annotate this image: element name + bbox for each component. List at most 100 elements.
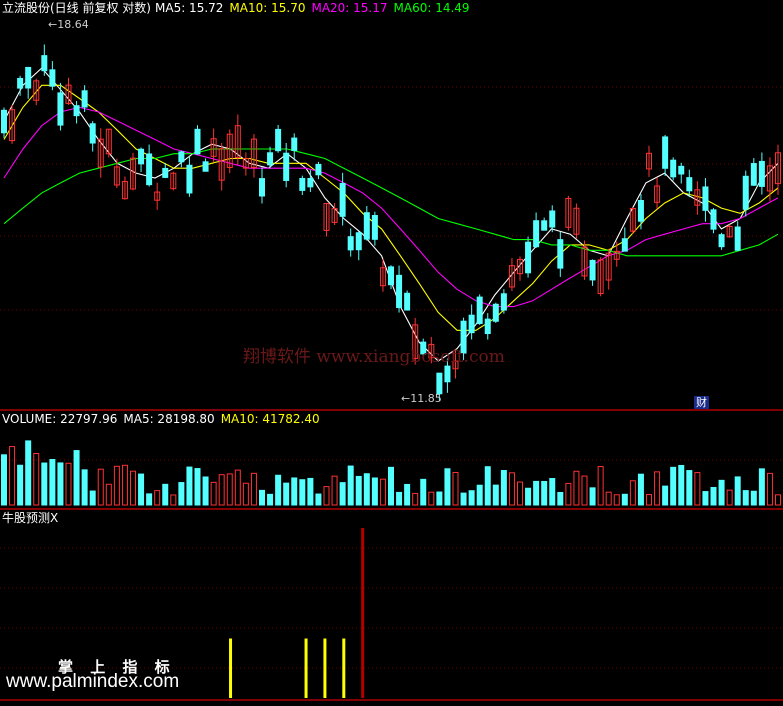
footer-url: www.palmindex.com xyxy=(6,671,180,692)
candle-body xyxy=(742,175,749,210)
candle-body xyxy=(533,220,540,248)
candle-body xyxy=(557,239,564,269)
volume-bar xyxy=(194,468,201,506)
stock-title: 立流股份(日线 前复权 对数) xyxy=(2,1,151,15)
candle-body xyxy=(396,274,403,309)
candle-body xyxy=(686,177,693,192)
volume-bar xyxy=(57,462,64,506)
volume-bar xyxy=(404,483,411,506)
volume-bar xyxy=(25,440,32,506)
volume-bar xyxy=(17,464,24,506)
ma5-label: MA5: 15.72 xyxy=(155,1,224,15)
candle-body xyxy=(670,159,677,178)
candle-body xyxy=(702,186,709,211)
volume-bar xyxy=(371,477,378,506)
volume-bar xyxy=(734,476,741,506)
indicator-panel-header: 牛股预测X xyxy=(2,511,64,525)
candle-body xyxy=(468,314,475,334)
volume-bar xyxy=(396,491,403,506)
candle-body xyxy=(89,123,96,144)
candle-body xyxy=(718,234,725,248)
ma60-label: MA60: 14.49 xyxy=(393,1,470,15)
chart-stage: 立流股份(日线 前复权 对数) MA5: 15.72 MA10: 15.70 MA20… xyxy=(0,0,783,702)
candle-body xyxy=(138,148,145,165)
high-label: 18.64 xyxy=(57,18,89,31)
candle-body xyxy=(363,212,370,240)
candle-body xyxy=(758,160,765,187)
volume-bar xyxy=(73,450,80,506)
candle-body xyxy=(202,161,209,172)
volume-bar xyxy=(275,474,282,506)
volume-bar xyxy=(686,470,693,506)
volume-bar xyxy=(81,469,88,506)
finance-badge[interactable]: 财 xyxy=(694,396,709,409)
volume-bar xyxy=(484,466,491,506)
volume-bar xyxy=(557,491,564,506)
high-marker: ←18.64 xyxy=(48,18,89,31)
volume-bar xyxy=(307,477,314,506)
candle-body xyxy=(299,177,306,191)
candle-body xyxy=(637,200,644,222)
candle-body xyxy=(259,178,265,197)
volume-bar xyxy=(315,493,322,506)
candle-body xyxy=(186,164,193,194)
volume-bar xyxy=(492,484,499,506)
watermark: 翔博软件 www.xiangbosoft.com xyxy=(243,347,505,367)
candle-body xyxy=(436,372,443,395)
candle-body xyxy=(146,153,153,186)
candle-body xyxy=(662,136,669,169)
candle-body xyxy=(41,55,48,72)
volume-bar xyxy=(758,468,765,506)
main-panel-header: 立流股份(日线 前复权 对数) MA5: 15.72 MA10: 15.70 MA20… xyxy=(2,1,476,15)
volume-bar xyxy=(420,478,427,506)
volume-bar xyxy=(589,487,596,506)
low-label: 11.85 xyxy=(410,392,442,405)
volume-bar xyxy=(500,469,507,506)
candle-body xyxy=(476,296,483,324)
candle-body xyxy=(525,241,532,274)
volume-bar xyxy=(49,458,56,506)
volume-bar xyxy=(146,493,153,506)
ma10-label: MA10: 15.70 xyxy=(229,1,306,15)
candle-body xyxy=(81,90,88,108)
candle-body xyxy=(492,303,499,322)
candle-body xyxy=(734,226,741,251)
volume-bar xyxy=(710,486,717,506)
volume-bar xyxy=(468,490,475,506)
candle-body xyxy=(315,163,322,176)
volume-bar xyxy=(533,480,540,506)
volume-bar xyxy=(347,465,354,506)
candle-body xyxy=(57,92,64,126)
volume-bar xyxy=(678,464,685,506)
candle-body xyxy=(73,105,80,117)
candle-body xyxy=(291,137,298,151)
candle-body xyxy=(49,69,56,87)
volume-bar xyxy=(339,482,346,506)
candle-body xyxy=(25,66,32,89)
candle-body xyxy=(500,293,507,311)
candle-body xyxy=(194,128,201,155)
volume-bar xyxy=(541,480,548,506)
volume-bar xyxy=(178,482,185,506)
volume-bar xyxy=(702,491,709,506)
volume-bar xyxy=(138,473,145,506)
candle-body xyxy=(388,266,394,286)
candle-body xyxy=(678,165,685,175)
ma20-label: MA20: 15.17 xyxy=(311,1,388,15)
volume-bar xyxy=(355,475,362,506)
volume-bar xyxy=(388,466,394,506)
candle-body xyxy=(710,209,717,230)
candle-body xyxy=(404,292,411,311)
volume-bar xyxy=(89,490,96,506)
volume-bar xyxy=(436,491,443,506)
volume-bar xyxy=(1,454,7,506)
volume-bar xyxy=(283,482,290,506)
candle-body xyxy=(283,152,290,181)
candle-body xyxy=(484,318,491,335)
volume-bar xyxy=(742,490,749,506)
candle-body xyxy=(1,109,7,134)
candle-body xyxy=(355,232,362,251)
candle-body xyxy=(267,152,274,166)
volume-bar xyxy=(460,492,467,506)
volume-bar xyxy=(670,466,677,506)
